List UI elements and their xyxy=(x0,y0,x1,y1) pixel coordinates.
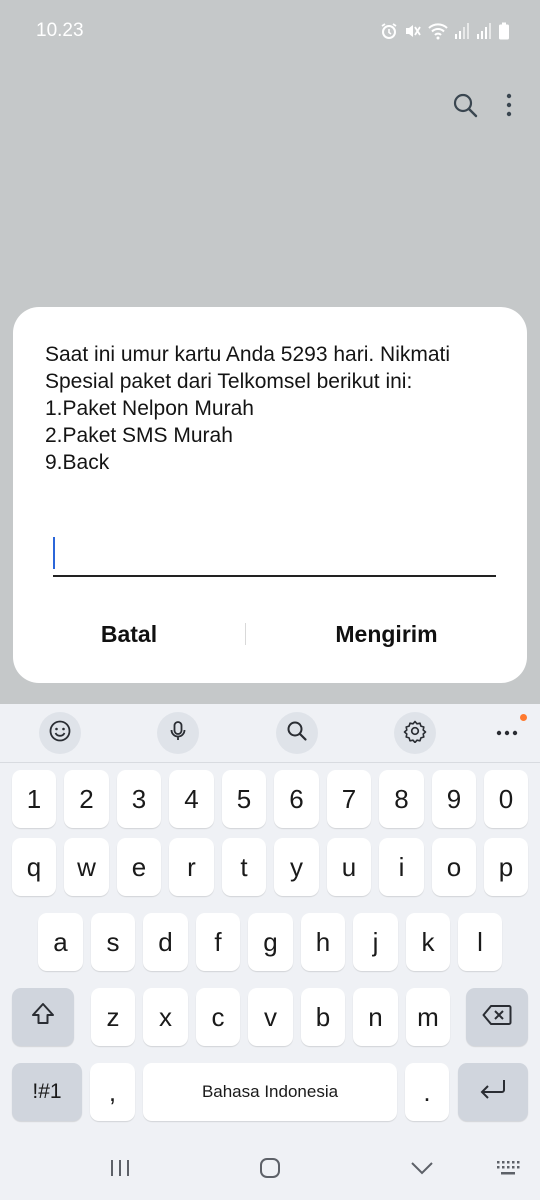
key-j[interactable]: j xyxy=(353,913,398,971)
status-icons xyxy=(380,20,510,42)
microphone-icon xyxy=(166,719,190,748)
battery-icon xyxy=(498,22,510,40)
key-8[interactable]: 8 xyxy=(379,770,424,828)
text-cursor xyxy=(53,537,55,569)
settings-icon xyxy=(403,719,427,748)
key-4[interactable]: 4 xyxy=(169,770,214,828)
backspace-icon xyxy=(482,1002,512,1033)
key-q[interactable]: q xyxy=(12,838,56,896)
message-line: 2.Paket SMS Murah xyxy=(45,424,233,447)
navigation-bar xyxy=(0,1140,540,1200)
app-bar-actions xyxy=(452,92,512,118)
key-f[interactable]: f xyxy=(196,913,240,971)
toolbar-divider xyxy=(0,762,540,763)
key-1[interactable]: 1 xyxy=(12,770,56,828)
emoji-button[interactable] xyxy=(39,712,81,754)
shift-key[interactable] xyxy=(12,988,74,1046)
key-a[interactable]: a xyxy=(38,913,83,971)
key-l[interactable]: l xyxy=(458,913,502,971)
home-button[interactable] xyxy=(256,1156,284,1184)
home-icon xyxy=(258,1156,282,1185)
key-s[interactable]: s xyxy=(91,913,135,971)
keyboard-switch-icon xyxy=(495,1158,521,1183)
more-options-icon[interactable] xyxy=(506,93,512,117)
key-u[interactable]: u xyxy=(327,838,371,896)
symbols-key[interactable]: !#1 xyxy=(12,1063,82,1121)
keyboard-switch-button[interactable] xyxy=(494,1156,522,1184)
space-key[interactable]: Bahasa Indonesia xyxy=(143,1063,397,1121)
signal-icon xyxy=(454,22,470,40)
back-icon xyxy=(410,1160,434,1181)
keyboard-search-button[interactable] xyxy=(276,712,318,754)
key-5[interactable]: 5 xyxy=(222,770,266,828)
ussd-reply-input[interactable] xyxy=(53,529,496,577)
key-x[interactable]: x xyxy=(143,988,188,1046)
search-icon xyxy=(285,719,309,748)
period-key[interactable]: . xyxy=(405,1063,449,1121)
keyboard-toolbar xyxy=(0,704,540,762)
key-e[interactable]: e xyxy=(117,838,161,896)
key-g[interactable]: g xyxy=(248,913,293,971)
message-line: Saat ini umur kartu Anda 5293 hari. Nikm… xyxy=(45,343,451,366)
recent-apps-button[interactable] xyxy=(106,1156,134,1184)
key-d[interactable]: d xyxy=(143,913,188,971)
wifi-icon xyxy=(428,22,448,40)
signal-icon xyxy=(476,22,492,40)
key-t[interactable]: t xyxy=(222,838,266,896)
message-line: 1.Paket Nelpon Murah xyxy=(45,397,254,420)
search-icon[interactable] xyxy=(452,92,478,118)
more-options-icon xyxy=(495,724,519,742)
shift-icon xyxy=(30,1001,56,1034)
recent-apps-icon xyxy=(109,1158,131,1183)
key-z[interactable]: z xyxy=(91,988,135,1046)
keyboard: 1 2 3 4 5 6 7 8 9 0 q w e r t y u i o p … xyxy=(0,704,540,1200)
message-line: Spesial paket dari Telkomsel berikut ini… xyxy=(45,370,413,393)
key-b[interactable]: b xyxy=(301,988,345,1046)
key-3[interactable]: 3 xyxy=(117,770,161,828)
key-k[interactable]: k xyxy=(406,913,450,971)
key-6[interactable]: 6 xyxy=(274,770,319,828)
notification-dot xyxy=(520,714,527,721)
key-0[interactable]: 0 xyxy=(484,770,528,828)
key-v[interactable]: v xyxy=(248,988,293,1046)
key-2[interactable]: 2 xyxy=(64,770,109,828)
key-h[interactable]: h xyxy=(301,913,345,971)
backspace-key[interactable] xyxy=(466,988,528,1046)
alarm-icon xyxy=(380,22,398,40)
send-button[interactable]: Mengirim xyxy=(246,607,527,661)
status-time: 10.23 xyxy=(36,20,84,41)
message-line: 9.Back xyxy=(45,451,110,474)
status-bar: 10.23 xyxy=(0,0,540,60)
key-w[interactable]: w xyxy=(64,838,109,896)
emoji-icon xyxy=(48,719,72,748)
cancel-button[interactable]: Batal xyxy=(13,607,245,661)
key-7[interactable]: 7 xyxy=(327,770,371,828)
mute-icon xyxy=(404,22,422,40)
ussd-dialog: Saat ini umur kartu Anda 5293 hari. Nikm… xyxy=(13,307,527,683)
key-y[interactable]: y xyxy=(274,838,319,896)
key-p[interactable]: p xyxy=(484,838,528,896)
key-c[interactable]: c xyxy=(196,988,240,1046)
key-i[interactable]: i xyxy=(379,838,424,896)
voice-input-button[interactable] xyxy=(157,712,199,754)
dialog-buttons: Batal Mengirim xyxy=(13,607,527,661)
keyboard-settings-button[interactable] xyxy=(394,712,436,754)
key-o[interactable]: o xyxy=(432,838,476,896)
back-button[interactable] xyxy=(408,1156,436,1184)
key-9[interactable]: 9 xyxy=(432,770,476,828)
key-n[interactable]: n xyxy=(353,988,398,1046)
enter-key[interactable] xyxy=(458,1063,528,1121)
enter-icon xyxy=(478,1077,508,1108)
comma-key[interactable]: , xyxy=(90,1063,135,1121)
key-m[interactable]: m xyxy=(406,988,450,1046)
ussd-message: Saat ini umur kartu Anda 5293 hari. Nikm… xyxy=(45,341,505,476)
key-r[interactable]: r xyxy=(169,838,214,896)
